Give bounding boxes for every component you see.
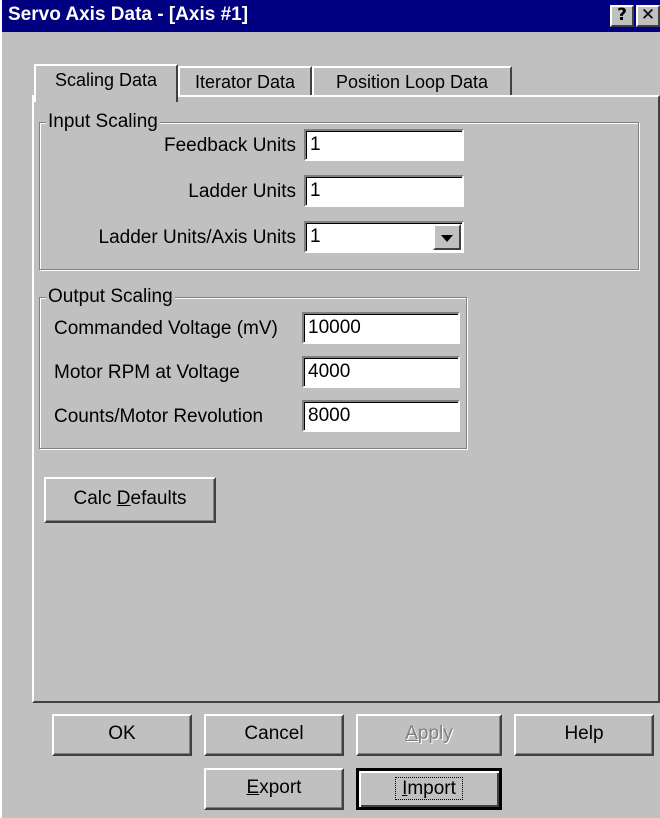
dropdown-button[interactable] — [433, 224, 461, 250]
close-icon[interactable]: ✕ — [636, 5, 660, 27]
chevron-down-icon — [441, 235, 453, 242]
calc-defaults-button[interactable]: Calc Defaults — [44, 477, 216, 523]
cancel-label: Cancel — [244, 723, 304, 744]
export-label: Export — [246, 777, 302, 798]
feedback-units-label: Feedback Units — [163, 135, 296, 156]
ladder-axis-units-value: 1 — [310, 226, 321, 247]
input-scaling-group: Input Scaling Feedback Units 1 Ladder Un… — [39, 111, 639, 270]
commanded-voltage-field[interactable]: 10000 — [302, 312, 460, 344]
cancel-button[interactable]: Cancel — [204, 714, 344, 756]
scaling-data-panel: Input Scaling Feedback Units 1 Ladder Un… — [32, 95, 660, 703]
apply-label: Apply — [405, 723, 453, 744]
feedback-units-field[interactable]: 1 — [304, 129, 464, 161]
help-icon[interactable]: ? — [610, 5, 634, 27]
import-label: Import — [395, 777, 463, 800]
ok-label: OK — [108, 723, 136, 744]
export-button[interactable]: Export — [204, 768, 344, 810]
title-bar[interactable]: Servo Axis Data - [Axis #1] ? ✕ — [2, 0, 660, 32]
calc-defaults-label: Calc Defaults — [73, 488, 187, 509]
ladder-axis-units-label: Ladder Units/Axis Units — [98, 227, 296, 248]
tab-label: Scaling Data — [54, 70, 158, 90]
servo-axis-dialog: Servo Axis Data - [Axis #1] ? ✕ Scaling … — [0, 0, 660, 818]
input-scaling-legend: Input Scaling — [46, 111, 160, 133]
ladder-units-field[interactable]: 1 — [304, 175, 464, 207]
ok-button[interactable]: OK — [52, 714, 192, 756]
motor-rpm-label: Motor RPM at Voltage — [54, 362, 240, 383]
help-button[interactable]: Help — [514, 714, 654, 756]
window-title: Servo Axis Data - [Axis #1] — [8, 4, 249, 25]
help-label: Help — [564, 723, 604, 744]
tab-scaling-data[interactable]: Scaling Data — [34, 64, 178, 102]
tab-position-loop-data[interactable]: Position Loop Data — [312, 66, 512, 98]
motor-rpm-field[interactable]: 4000 — [302, 356, 460, 388]
output-scaling-legend: Output Scaling — [46, 286, 175, 308]
tab-iterator-data[interactable]: Iterator Data — [178, 66, 312, 98]
import-button[interactable]: Import — [356, 768, 502, 810]
ladder-units-label: Ladder Units — [188, 181, 296, 202]
tab-label: Position Loop Data — [335, 72, 489, 92]
counts-per-revolution-field[interactable]: 8000 — [302, 400, 460, 432]
commanded-voltage-label: Commanded Voltage (mV) — [54, 318, 278, 339]
tab-label: Iterator Data — [194, 72, 296, 92]
output-scaling-group: Output Scaling Commanded Voltage (mV) 10… — [39, 286, 467, 449]
counts-per-revolution-label: Counts/Motor Revolution — [54, 406, 264, 427]
apply-button[interactable]: Apply — [356, 714, 502, 756]
ladder-axis-units-dropdown[interactable]: 1 — [304, 221, 464, 253]
